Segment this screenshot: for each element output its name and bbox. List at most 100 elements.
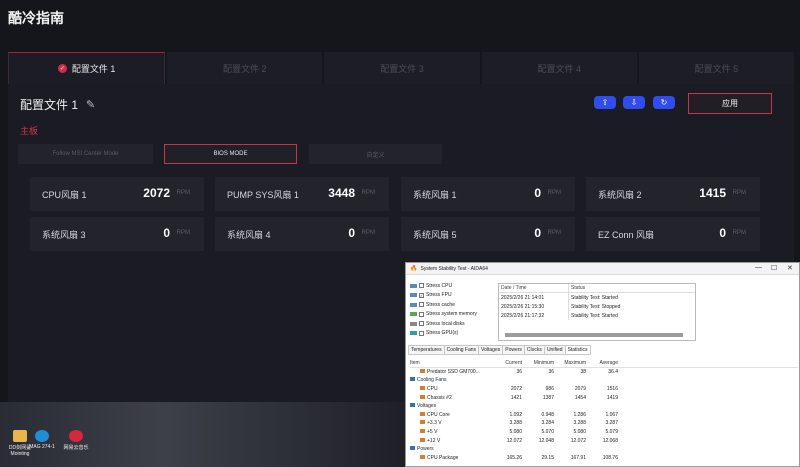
col-current: Current (505, 359, 522, 366)
tab-profile-1[interactable]: ✓ 配置文件 1 (8, 52, 166, 84)
mode-follow-msi-button[interactable]: Follow MSI Center Mode (18, 144, 153, 164)
log-time: 2025/2/26 21:17:32 (499, 311, 569, 320)
cell-cur: 3.288 (509, 420, 522, 427)
fan-rpm-value: 3448 (328, 186, 355, 200)
cell-min: 986 (545, 386, 554, 393)
option-label: Stress local disks (426, 320, 465, 327)
table-row[interactable]: Chassis #2 1421 1387 1454 1419 (410, 393, 798, 402)
fan-name: 系统风扇 3 (42, 230, 86, 240)
tab-profile-5[interactable]: 配置文件 5 (638, 52, 795, 84)
fan-name: 系统风扇 4 (227, 230, 271, 240)
stress-option[interactable]: Stress GPU(s) (410, 329, 496, 339)
flame-icon: 🔥 (410, 266, 418, 272)
sensor-icon (420, 386, 425, 391)
fan-rpm-value: 0 (719, 226, 726, 240)
checkbox[interactable] (419, 321, 424, 327)
window-title: System Stability Test - AIDA64 (420, 265, 488, 272)
fan-card[interactable]: 系统风扇 5 0 RPM (401, 217, 575, 251)
minimize-button[interactable]: — (755, 264, 762, 271)
cell-min: 12.048 (538, 437, 554, 444)
fan-card[interactable]: CPU风扇 1 2072 RPM (30, 177, 204, 211)
desktop-shortcut[interactable]: 网易云音乐 (56, 430, 96, 451)
stress-option[interactable]: Stress cache (410, 300, 496, 310)
cell-cur: 36 (516, 368, 522, 375)
row-label: +12 V (427, 437, 441, 444)
row-label: CPU Core (427, 411, 450, 418)
tab-profile-3[interactable]: 配置文件 3 (324, 52, 480, 84)
fan-card[interactable]: 系统风扇 3 0 RPM (30, 217, 204, 251)
fan-card[interactable]: 系统风扇 1 0 RPM (401, 177, 575, 211)
row-item: CPU Core (410, 411, 492, 418)
row-label: CPU (427, 386, 438, 393)
mode-custom-button[interactable]: 自定义 (309, 144, 442, 164)
sensor-icon (420, 420, 425, 425)
table-row[interactable]: CPU 2072 986 2079 1516 (410, 385, 798, 394)
cell-cur: 165.26 (506, 454, 522, 461)
table-group-row[interactable]: Cooling Fans (410, 376, 798, 385)
close-button[interactable]: ✕ (787, 264, 793, 272)
checkbox[interactable]: ✓ (419, 292, 424, 298)
row-item: Voltages (410, 403, 492, 409)
checkbox[interactable] (419, 330, 424, 336)
stress-option[interactable]: Stress CPU (410, 281, 496, 291)
row-label: Predator SSD GM700... (427, 368, 480, 375)
checkbox[interactable] (419, 311, 424, 317)
reset-button[interactable]: ↻ (653, 96, 675, 109)
tab-powers[interactable]: Powers (502, 345, 525, 355)
table-group-row[interactable]: Powers (410, 445, 798, 454)
fan-card[interactable]: EZ Conn 风扇 0 RPM (586, 217, 760, 251)
row-item: +5 V (410, 429, 492, 435)
maximize-button[interactable]: ☐ (771, 264, 777, 272)
table-row[interactable]: +5 V 5.080 5.070 5.080 5.079 (410, 428, 798, 437)
table-row[interactable]: +3.3 V 3.288 3.284 3.288 3.287 (410, 419, 798, 428)
fan-card[interactable]: 系统风扇 2 1415 RPM (586, 177, 760, 211)
fan-unit: RPM (361, 190, 375, 196)
row-item: Chassis #2 (410, 394, 492, 401)
apply-button[interactable]: 应用 (688, 93, 772, 114)
col-average: Average (599, 359, 618, 366)
fan-card[interactable]: PUMP SYS风扇 1 3448 RPM (215, 177, 389, 211)
cell-avg: 1516 (606, 386, 618, 393)
table-header: Item Current Minimum Maximum Average (410, 359, 798, 368)
mode-bios-button[interactable]: BIOS MODE (164, 144, 297, 164)
checkbox[interactable] (419, 283, 424, 289)
table-row[interactable]: Predator SSD GM700... 36 36 38 36.4 (410, 368, 798, 377)
fan-rpm-value: 2072 (143, 186, 170, 200)
tab-voltages[interactable]: Voltages (478, 345, 504, 355)
table-group-row[interactable]: Voltages (410, 402, 798, 411)
pencil-icon[interactable]: ✎ (86, 98, 95, 111)
table-row[interactable]: CPU Package 165.26 29.15 167.91 108.76 (410, 454, 798, 463)
tab-unified[interactable]: Unified (543, 345, 566, 355)
cell-avg: 5.079 (605, 429, 618, 436)
horizontal-scrollbar[interactable] (505, 333, 683, 337)
tab-profile-4[interactable]: 配置文件 4 (481, 52, 637, 84)
stress-option[interactable]: Stress local disks (410, 319, 496, 329)
fan-unit: RPM (361, 230, 375, 236)
tab-clocks[interactable]: Clocks (523, 345, 545, 355)
row-item: +3.3 V (410, 420, 492, 426)
export-button[interactable]: ⇪ (594, 96, 616, 109)
import-button[interactable]: ⇩ (623, 96, 645, 109)
table-row[interactable]: +12 V 12.072 12.048 12.072 12.068 (410, 436, 798, 445)
tab-statistics[interactable]: Statistics (564, 345, 591, 355)
tab-temperatures[interactable]: Temperatures (408, 345, 445, 355)
fan-unit: RPM (547, 230, 561, 236)
log-row: 2025/2/26 21:14:01 Stability Test: Start… (499, 293, 695, 302)
option-label: Stress FPU (426, 292, 452, 299)
tab-cooling-fans[interactable]: Cooling Fans (443, 345, 480, 355)
fan-card[interactable]: 系统风扇 4 0 RPM (215, 217, 389, 251)
row-label: Chassis #2 (427, 394, 452, 401)
memory-icon (410, 312, 417, 317)
stress-option[interactable]: ✓ Stress FPU (410, 291, 496, 301)
checkbox[interactable] (419, 302, 424, 308)
table-row[interactable]: CPU Core 1.092 0.948 1.286 1.067 (410, 411, 798, 420)
stress-option[interactable]: Stress system memory (410, 310, 496, 320)
log-status: Stability Test: Started (571, 312, 618, 319)
profile-title: 配置文件 1 ✎ (20, 96, 95, 113)
sensor-icon (420, 411, 425, 416)
tab-profile-2[interactable]: 配置文件 2 (167, 52, 323, 84)
fan-unit: RPM (732, 230, 746, 236)
shortcut-label: 网易云音乐 (63, 445, 89, 451)
fan-unit: RPM (176, 190, 190, 196)
refresh-icon: ↻ (660, 98, 668, 107)
